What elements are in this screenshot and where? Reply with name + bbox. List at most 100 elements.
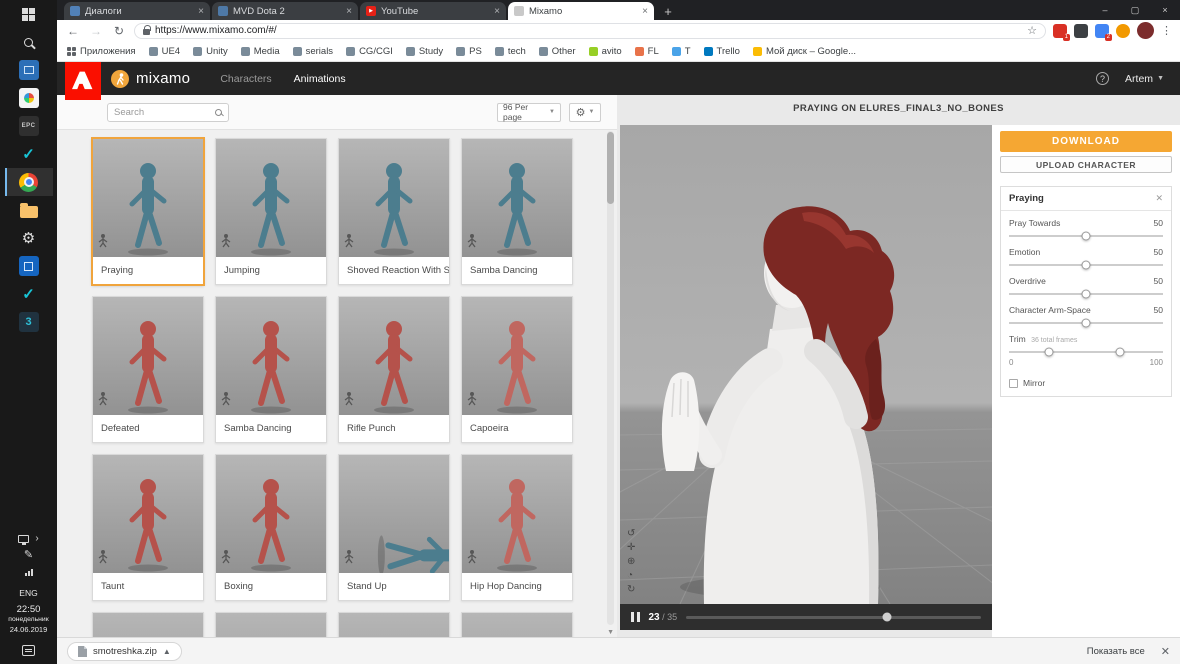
slider-thumb[interactable]: [1082, 290, 1091, 299]
close-icon[interactable]: ✕: [1155, 193, 1163, 204]
tab-close-icon[interactable]: ×: [198, 6, 204, 17]
slider-track[interactable]: [1009, 322, 1163, 324]
adobe-logo[interactable]: [65, 62, 101, 100]
address-bar[interactable]: https://www.mixamo.com/#/ ☆: [134, 23, 1046, 39]
tab-close-icon[interactable]: ×: [494, 6, 500, 17]
animation-card[interactable]: [461, 612, 573, 637]
maximize-button[interactable]: ▢: [1120, 0, 1150, 20]
3d-viewer[interactable]: ↺ ✛ ⊕ ◔ ↻ 23 / 35: [620, 125, 992, 630]
tab-youtube[interactable]: ▶ YouTube ×: [360, 2, 506, 20]
scroll-down-arrow[interactable]: ▼: [607, 629, 614, 636]
bookmark-item[interactable]: UE4: [149, 46, 180, 57]
close-shelf-icon[interactable]: ✕: [1161, 645, 1170, 658]
chevron-up-icon[interactable]: ▲: [163, 647, 171, 656]
taskbar-chrome-button[interactable]: [5, 168, 53, 196]
animation-card[interactable]: Boxing: [215, 454, 327, 601]
extension-icon-2[interactable]: [1074, 24, 1088, 38]
pinned-app-window[interactable]: [5, 56, 53, 84]
timeline-slider[interactable]: [686, 616, 981, 619]
profile-avatar[interactable]: [1137, 22, 1154, 39]
taskbar-explorer-button[interactable]: [5, 196, 53, 224]
animation-card[interactable]: Praying: [92, 138, 204, 285]
animation-card[interactable]: Hip Hop Dancing: [461, 454, 573, 601]
apps-shortcut[interactable]: Приложения: [67, 46, 136, 57]
pinned-app-check-2[interactable]: ✓: [5, 280, 53, 308]
pinned-app-3[interactable]: 3: [5, 308, 53, 336]
reload-button[interactable]: ↻: [111, 24, 127, 38]
tab-mvd-dota[interactable]: MVD Dota 2 ×: [212, 2, 358, 20]
extension-icon-4[interactable]: [1116, 24, 1130, 38]
pause-button[interactable]: [631, 612, 640, 622]
per-page-select[interactable]: 96 Per page ▼: [497, 103, 561, 122]
help-icon[interactable]: ?: [1096, 72, 1109, 85]
tab-mixamo-active[interactable]: Mixamo ×: [508, 2, 654, 20]
bookmark-item[interactable]: Unity: [193, 46, 228, 57]
notification-center-icon[interactable]: [22, 645, 35, 656]
slider-thumb[interactable]: [1082, 232, 1091, 241]
bookmark-item[interactable]: Trello: [704, 46, 740, 57]
slider-track[interactable]: [1009, 293, 1163, 295]
animation-card[interactable]: Samba Dancing: [461, 138, 573, 285]
show-all-downloads-button[interactable]: Показать все: [1087, 646, 1145, 657]
nav-characters[interactable]: Characters: [220, 73, 271, 85]
animation-card[interactable]: Defeated: [92, 296, 204, 443]
animation-card[interactable]: [92, 612, 204, 637]
pinned-app-check[interactable]: ✓: [5, 140, 53, 168]
close-window-button[interactable]: ×: [1150, 0, 1180, 20]
slider-thumb[interactable]: [1082, 319, 1091, 328]
scrollbar-thumb[interactable]: [607, 132, 614, 204]
zoom-icon[interactable]: ⊕: [627, 556, 635, 568]
timeline-thumb[interactable]: [882, 613, 891, 622]
bookmark-item[interactable]: serials: [293, 46, 333, 57]
minimize-button[interactable]: –: [1090, 0, 1120, 20]
bookmark-star-icon[interactable]: ☆: [1027, 24, 1037, 37]
upload-character-button[interactable]: UPLOAD CHARACTER: [1000, 156, 1172, 173]
animation-card[interactable]: Samba Dancing: [215, 296, 327, 443]
extension-icon-1[interactable]: 1: [1053, 24, 1067, 38]
mirror-option[interactable]: Mirror: [1001, 370, 1171, 396]
mixamo-logo[interactable]: mixamo: [111, 70, 190, 88]
user-menu[interactable]: Artem▼: [1125, 73, 1164, 85]
3d-stage[interactable]: [620, 125, 992, 604]
tab-close-icon[interactable]: ×: [642, 6, 648, 17]
slider-track[interactable]: [1009, 235, 1163, 237]
download-button[interactable]: DOWNLOAD: [1000, 131, 1172, 152]
pinned-app-photos[interactable]: [5, 84, 53, 112]
tray-network[interactable]: [5, 564, 53, 580]
search-input[interactable]: [114, 107, 215, 118]
library-settings-button[interactable]: ⚙ ▼: [569, 103, 601, 122]
start-button[interactable]: [5, 0, 53, 28]
language-indicator[interactable]: ENG: [19, 588, 37, 598]
orbit-icon[interactable]: ↺: [627, 528, 635, 540]
bookmark-item[interactable]: FL: [635, 46, 659, 57]
search-box[interactable]: [107, 103, 229, 122]
bookmark-item[interactable]: Other: [539, 46, 576, 57]
animation-card[interactable]: Capoeira: [461, 296, 573, 443]
bookmark-item[interactable]: CG/CGI: [346, 46, 393, 57]
animation-card[interactable]: Stand Up: [338, 454, 450, 601]
extension-icon-3[interactable]: 2: [1095, 24, 1109, 38]
taskbar-search-button[interactable]: [5, 28, 53, 56]
lock-icon[interactable]: [143, 29, 150, 35]
pinned-app-epic[interactable]: EPC: [5, 112, 53, 140]
pinned-app-blue[interactable]: [5, 252, 53, 280]
animation-card[interactable]: Rifle Punch: [338, 296, 450, 443]
bookmark-item[interactable]: PS: [456, 46, 482, 57]
bookmark-item[interactable]: Мой диск – Google...: [753, 46, 856, 57]
tray-pen[interactable]: ✎: [5, 544, 53, 564]
animation-card[interactable]: Shoved Reaction With Spin: [338, 138, 450, 285]
hidden-icons-chevron[interactable]: ›: [35, 533, 38, 544]
bookmark-item[interactable]: Study: [406, 46, 443, 57]
trim-track[interactable]: [1009, 351, 1163, 353]
animation-card[interactable]: [215, 612, 327, 637]
downloaded-file[interactable]: smotreshka.zip ▲: [67, 642, 182, 661]
mirror-checkbox[interactable]: [1009, 379, 1018, 388]
monitor-icon[interactable]: [18, 535, 29, 543]
new-tab-button[interactable]: +: [656, 2, 680, 20]
frame-icon[interactable]: ◔: [627, 570, 635, 582]
bookmark-item[interactable]: T: [672, 46, 691, 57]
nav-animations[interactable]: Animations: [294, 73, 346, 85]
taskbar-clock[interactable]: 22:50 понедельник 24.06.2019: [8, 604, 48, 635]
slider-track[interactable]: [1009, 264, 1163, 266]
history-icon[interactable]: ↻: [627, 584, 635, 596]
